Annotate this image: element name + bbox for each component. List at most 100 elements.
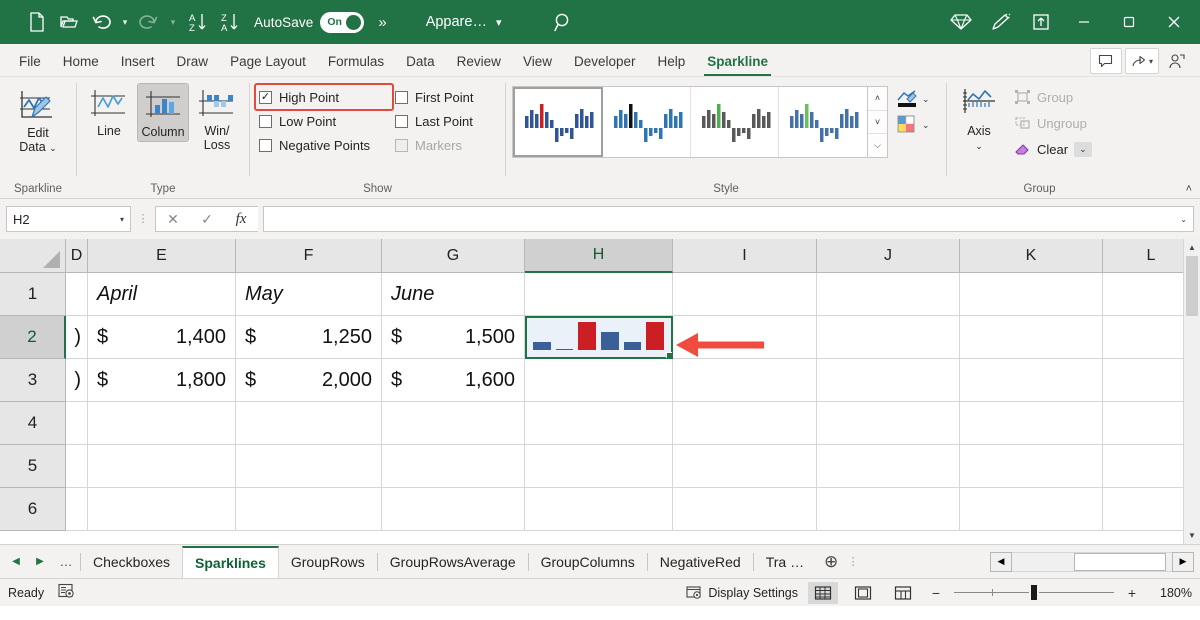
cell-K4[interactable]: [960, 402, 1103, 445]
row-header-2[interactable]: 2: [0, 316, 66, 359]
cell-H4[interactable]: [525, 402, 673, 445]
cell-I5[interactable]: [673, 445, 817, 488]
column-header-J[interactable]: J: [817, 239, 960, 273]
sheet-tab-tra[interactable]: Tra …: [754, 546, 816, 578]
column-header-D[interactable]: D: [66, 239, 88, 273]
vertical-scroll-thumb[interactable]: [1186, 256, 1198, 316]
type-column-button[interactable]: Column: [137, 83, 189, 142]
checkbox-last-point[interactable]: Last Point: [392, 113, 504, 130]
cell-D2[interactable]: ): [66, 316, 88, 359]
cell-J3[interactable]: [817, 359, 960, 402]
row-header-4[interactable]: 4: [0, 402, 66, 445]
document-caret-icon[interactable]: ▾: [496, 16, 502, 29]
page-layout-view-button[interactable]: [848, 582, 878, 604]
tab-insert[interactable]: Insert: [110, 46, 166, 76]
share-caret-icon[interactable]: ▾: [1149, 57, 1153, 66]
insert-function-button[interactable]: fx: [224, 207, 258, 231]
checkbox-first-point[interactable]: First Point: [392, 89, 504, 106]
tab-review[interactable]: Review: [446, 46, 512, 76]
add-sheet-button[interactable]: ⊕: [816, 552, 846, 572]
sheet-tab-negativered[interactable]: NegativeRed: [648, 546, 753, 578]
cell-G1[interactable]: June: [382, 273, 525, 316]
diamond-icon[interactable]: [941, 6, 981, 38]
cell-K1[interactable]: [960, 273, 1103, 316]
zoom-slider-handle[interactable]: [1031, 585, 1037, 600]
pen-highlighter-icon[interactable]: [981, 6, 1021, 38]
first-point-checkbox[interactable]: [395, 91, 408, 104]
tab-developer[interactable]: Developer: [563, 46, 647, 76]
type-win-loss-button[interactable]: Win/ Loss: [191, 83, 243, 154]
cell-G4[interactable]: [382, 402, 525, 445]
cell-G5[interactable]: [382, 445, 525, 488]
high-point-checkbox[interactable]: ✓: [259, 91, 272, 104]
page-break-preview-button[interactable]: [888, 582, 918, 604]
name-box-caret-icon[interactable]: ▾: [120, 215, 124, 224]
cell-D1[interactable]: [66, 273, 88, 316]
hscroll-thumb[interactable]: [1074, 553, 1166, 571]
tab-home[interactable]: Home: [52, 46, 110, 76]
column-header-G[interactable]: G: [382, 239, 525, 273]
undo-caret-icon[interactable]: ▾: [118, 8, 132, 36]
cell-E4[interactable]: [88, 402, 236, 445]
zoom-in-button[interactable]: +: [1124, 585, 1140, 601]
zoom-out-button[interactable]: −: [928, 585, 944, 601]
column-header-H[interactable]: H: [525, 239, 673, 273]
zoom-track-right[interactable]: [1039, 592, 1114, 593]
new-file-icon[interactable]: [22, 7, 52, 37]
scroll-up-button[interactable]: ▲: [1184, 239, 1200, 256]
tab-data[interactable]: Data: [395, 46, 446, 76]
ribbon-display-options-icon[interactable]: [1021, 6, 1061, 38]
open-folder-icon[interactable]: [54, 7, 84, 37]
cell-K6[interactable]: [960, 488, 1103, 531]
cell-E2[interactable]: $ 1,400: [88, 316, 236, 359]
marker-color-caret-icon[interactable]: ⌄: [922, 120, 930, 131]
cell-I3[interactable]: [673, 359, 817, 402]
cell-E6[interactable]: [88, 488, 236, 531]
share-button[interactable]: ▾: [1125, 48, 1159, 74]
column-header-E[interactable]: E: [88, 239, 236, 273]
cell-H1[interactable]: [525, 273, 673, 316]
maximize-button[interactable]: [1106, 0, 1151, 44]
sheet-prev-button[interactable]: ◀: [4, 548, 28, 576]
collaborate-user-button[interactable]: [1162, 48, 1192, 74]
tab-file[interactable]: File: [8, 46, 52, 76]
collapse-ribbon-button[interactable]: ˄: [1186, 183, 1192, 195]
edit-data-button[interactable]: Edit Data ⌄: [12, 83, 64, 157]
row-header-1[interactable]: 1: [0, 273, 66, 316]
hscroll-track[interactable]: [1012, 552, 1172, 572]
cell-H3[interactable]: [525, 359, 673, 402]
cell-G3[interactable]: $ 1,600: [382, 359, 525, 402]
comments-button[interactable]: [1090, 48, 1122, 74]
marker-color-button[interactable]: ⌄: [895, 114, 930, 136]
row-header-5[interactable]: 5: [0, 445, 66, 488]
search-button[interactable]: [553, 11, 575, 33]
gallery-scroll-up-button[interactable]: ˄: [868, 87, 887, 111]
name-box[interactable]: H2 ▾: [6, 206, 131, 232]
tab-draw[interactable]: Draw: [166, 46, 220, 76]
normal-view-button[interactable]: [808, 582, 838, 604]
checkbox-negative-points[interactable]: Negative Points: [256, 137, 388, 154]
sparkline-color-caret-icon[interactable]: ⌄: [922, 94, 930, 105]
cell-F5[interactable]: [236, 445, 382, 488]
more-quick-access-icon[interactable]: »: [378, 14, 385, 31]
cell-H2-active[interactable]: [525, 316, 673, 359]
low-point-checkbox[interactable]: [259, 115, 272, 128]
column-header-K[interactable]: K: [960, 239, 1103, 273]
cell-F3[interactable]: $ 2,000: [236, 359, 382, 402]
cell-K5[interactable]: [960, 445, 1103, 488]
row-header-6[interactable]: 6: [0, 488, 66, 531]
expand-formula-bar-button[interactable]: ⌄: [1180, 215, 1187, 224]
sheet-overflow-ellipsis[interactable]: …: [52, 554, 80, 569]
cell-D6[interactable]: [66, 488, 88, 531]
cell-J4[interactable]: [817, 402, 960, 445]
cell-F6[interactable]: [236, 488, 382, 531]
undo-icon[interactable]: [86, 7, 116, 37]
cell-E3[interactable]: $ 1,800: [88, 359, 236, 402]
sparkline-style-3[interactable]: [691, 87, 779, 157]
row-header-3[interactable]: 3: [0, 359, 66, 402]
enter-formula-button[interactable]: ✓: [190, 207, 224, 231]
cell-F4[interactable]: [236, 402, 382, 445]
axis-button[interactable]: Axis ⌄: [953, 83, 1005, 155]
vertical-scrollbar[interactable]: ▲ ▼: [1183, 239, 1200, 544]
cancel-formula-button[interactable]: ✕: [156, 207, 190, 231]
